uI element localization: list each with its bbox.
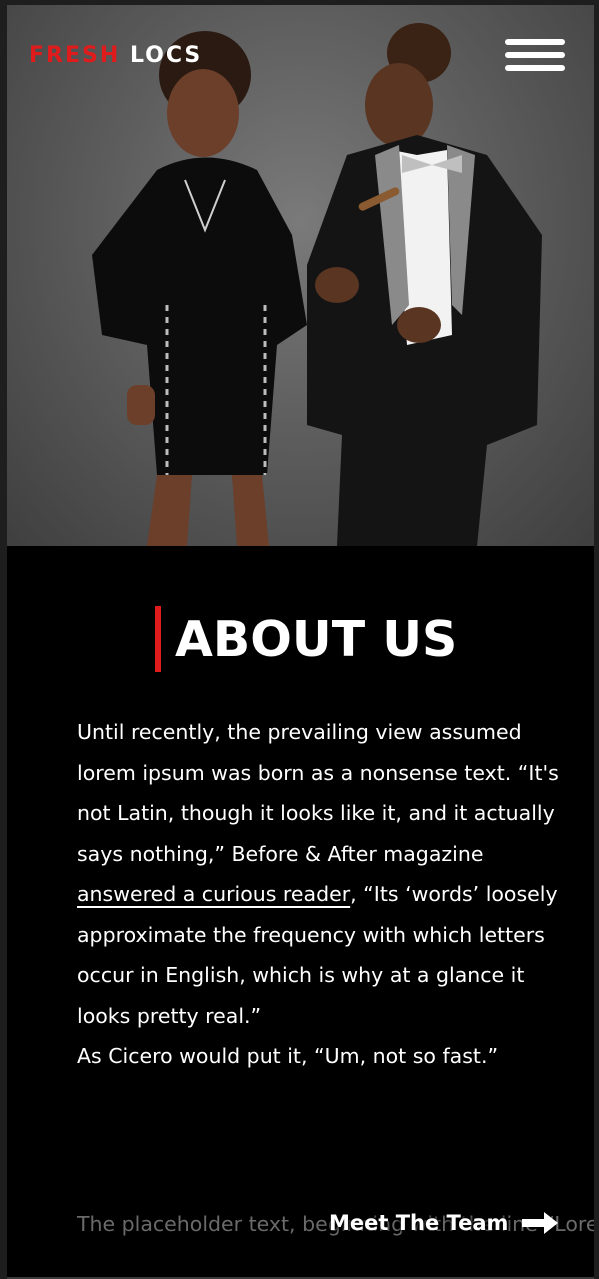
paragraph-text-start: Until recently, the prevailing view assu…: [77, 720, 559, 866]
answered-reader-link[interactable]: answered a curious reader: [77, 882, 350, 906]
hamburger-menu-icon[interactable]: [505, 39, 565, 77]
logo-word: LOCS: [129, 43, 203, 68]
about-paragraph-2: As Cicero would put it, “Um, not so fast…: [77, 1044, 499, 1068]
man-figure: [307, 23, 542, 546]
about-heading: ABOUT US: [155, 606, 457, 672]
about-title: ABOUT US: [175, 610, 458, 668]
menu-line: [505, 65, 565, 71]
menu-line: [505, 52, 565, 58]
about-paragraph: Until recently, the prevailing view assu…: [77, 712, 567, 1036]
about-section: ABOUT US Until recently, the prevailing …: [7, 546, 594, 1279]
arrow-right-icon: [522, 1212, 559, 1234]
hero-image: FRESH LOCS: [7, 5, 594, 546]
meet-the-team-button[interactable]: Meet The Team: [329, 1210, 560, 1236]
logo-accent-word: FRESH: [29, 43, 121, 68]
hero-photo-illustration: [92, 23, 542, 546]
menu-line: [505, 39, 565, 45]
page-frame: FRESH LOCS ABOUT US Until recently, the …: [7, 5, 594, 1279]
site-logo[interactable]: FRESH LOCS: [29, 43, 202, 68]
meet-the-team-label: Meet The Team: [329, 1211, 509, 1235]
heading-accent-bar: [155, 606, 161, 672]
woman-figure: [92, 31, 307, 546]
about-body: Until recently, the prevailing view assu…: [77, 712, 567, 1077]
